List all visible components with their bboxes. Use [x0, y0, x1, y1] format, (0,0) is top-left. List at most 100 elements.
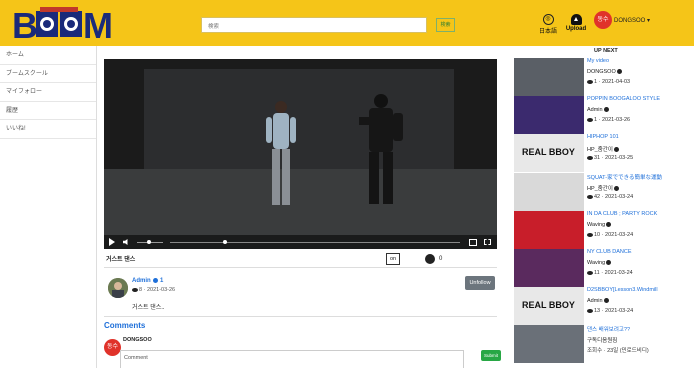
uploader-name[interactable]: Admin 1 — [132, 278, 163, 284]
sidebar-item-boom-school[interactable]: ブームスクール — [0, 65, 96, 83]
video-thumbnail[interactable] — [514, 58, 584, 96]
boom-logo[interactable]: B M — [10, 5, 122, 43]
card-meta: 10 · 2021-03-24 — [587, 232, 633, 238]
unfollow-button[interactable]: Unfollow — [465, 276, 495, 290]
search-button[interactable]: 検索 — [436, 18, 455, 32]
view-count: 8 — [139, 287, 143, 293]
uploader-avatar[interactable] — [108, 278, 128, 298]
eye-icon — [587, 308, 593, 313]
up-next-card[interactable]: My video DONGSOO 1 · 2021-04-03 — [514, 58, 686, 100]
eye-icon — [587, 79, 593, 84]
video-thumbnail[interactable]: REAL BBOY — [514, 287, 584, 325]
like-icon[interactable] — [425, 254, 435, 264]
card-meta: 11 · 2021-03-24 — [587, 270, 633, 276]
video-thumbnail[interactable] — [514, 325, 584, 363]
chevron-down-icon: ▾ — [647, 18, 651, 24]
verified-icon — [603, 298, 609, 304]
upload-date: 2021-03-26 — [146, 287, 176, 293]
sidebar-item-home[interactable]: ホーム — [0, 46, 96, 65]
toggle-on-button[interactable]: on — [386, 253, 400, 265]
up-next-card[interactable]: POPPIN BOOGALOO STYLE Admin 1 · 2021-03-… — [514, 96, 686, 138]
follower-count: 1 — [160, 278, 164, 285]
verified-icon — [613, 147, 619, 153]
comment-input[interactable]: Comment — [120, 350, 464, 368]
svg-text:B: B — [12, 5, 38, 43]
comments-heading: Comments — [104, 321, 146, 330]
card-title[interactable]: IN DA CLUB ; PARTY ROCK — [587, 211, 657, 217]
upload-button[interactable]: Upload — [564, 14, 588, 32]
uploader-name-text: Admin — [132, 278, 151, 285]
up-next-card[interactable]: REAL BBOY D2SBBOY[Lesson3.Windmill Admin… — [514, 287, 686, 329]
globe-icon: ◎ — [542, 14, 554, 25]
card-title[interactable]: SQUAT-家でできる簡単な運動 — [587, 173, 662, 181]
up-next-card[interactable]: IN DA CLUB ; PARTY ROCK Waving 10 · 2021… — [514, 211, 686, 253]
avatar[interactable]: 동수 — [594, 11, 612, 29]
card-title[interactable]: POPPIN BOOGALOO STYLE — [587, 96, 660, 102]
top-header: B M 検索 検索 ◎ 日本語 Upload 동수 DONGSOO ▾ — [0, 0, 694, 46]
upload-icon — [570, 14, 582, 25]
card-meta: 42 · 2021-03-24 — [587, 194, 633, 200]
language-label: 日本語 — [538, 29, 557, 35]
avatar: 동수 — [104, 339, 121, 356]
language-switcher[interactable]: ◎ 日本語 — [537, 14, 559, 35]
verified-icon — [153, 278, 159, 283]
card-title[interactable]: D2SBBOY[Lesson3.Windmill — [587, 287, 658, 293]
up-next-heading: UP NEXT — [594, 48, 618, 54]
card-title[interactable]: HIPHOP 101 — [587, 134, 619, 140]
dancer-figure — [266, 101, 296, 205]
username: DONGSOO — [614, 18, 646, 24]
search-input[interactable]: 検索 — [201, 17, 427, 33]
play-icon[interactable] — [109, 238, 115, 246]
card-author: 구독디음원짐 — [587, 338, 618, 344]
verified-icon — [603, 107, 609, 113]
submit-button[interactable]: Submit — [481, 350, 501, 361]
up-next-card[interactable]: 댄스 배워보려고?? 구독디음원짐 조회수 · 23일 (민로드비디) — [514, 325, 686, 367]
sidebar-item-my-follow[interactable]: マイフォロー — [0, 83, 96, 102]
video-thumbnail[interactable] — [514, 211, 584, 249]
verified-icon — [606, 260, 612, 266]
upload-label: Upload — [565, 26, 587, 32]
sidebar-item-history[interactable]: 履歴 — [0, 102, 96, 120]
eye-icon — [132, 287, 138, 292]
card-author: Admin — [587, 107, 609, 113]
up-next-card[interactable]: NY CLUB DANCE Waving 11 · 2021-03-24 — [514, 249, 686, 291]
card-title[interactable]: My video — [587, 58, 609, 64]
sidebar-item-likes[interactable]: いいね! — [0, 120, 96, 139]
card-author: Waving — [587, 222, 612, 228]
eye-icon — [587, 155, 593, 160]
card-title[interactable]: 댄스 배워보려고?? — [587, 325, 630, 333]
verified-icon — [613, 186, 619, 192]
captions-icon[interactable] — [469, 238, 477, 246]
seek-bar[interactable] — [170, 241, 460, 243]
eye-icon — [587, 194, 593, 199]
video-thumbnail[interactable] — [514, 173, 584, 211]
card-author: Admin — [587, 298, 609, 304]
video-thumbnail[interactable] — [514, 249, 584, 287]
up-next-card[interactable]: SQUAT-家でできる簡単な運動 HP_줌간이 42 · 2021-03-24 — [514, 173, 686, 215]
card-meta: 13 · 2021-03-24 — [587, 308, 633, 314]
card-author: Waving — [587, 260, 612, 266]
svg-text:M: M — [83, 5, 113, 43]
video-thumbnail[interactable] — [514, 96, 584, 134]
divider — [104, 267, 497, 268]
seek-knob[interactable] — [223, 240, 228, 244]
like-count: 0 — [439, 256, 443, 262]
video-title: 거스트 댄스 — [106, 257, 136, 263]
sidebar: ホーム ブームスクール マイフォロー 履歴 いいね! — [0, 46, 97, 368]
video-player[interactable] — [104, 59, 497, 249]
user-menu[interactable]: DONGSOO ▾ — [614, 17, 650, 24]
card-meta: 31 · 2021-03-25 — [587, 155, 633, 161]
verified-icon — [606, 222, 612, 228]
card-meta: 조회수 · 23일 (민로드비디) — [587, 348, 649, 354]
divider — [104, 316, 497, 317]
up-next-card[interactable]: REAL BBOY HIPHOP 101 HP_줌간이 31 · 2021-03… — [514, 134, 686, 176]
card-author: HP_줌간이 — [587, 184, 619, 192]
volume-icon[interactable] — [123, 239, 128, 245]
fullscreen-icon[interactable] — [484, 239, 491, 245]
card-title[interactable]: NY CLUB DANCE — [587, 249, 632, 255]
volume-knob[interactable] — [146, 240, 151, 244]
video-thumbnail[interactable]: REAL BBOY — [514, 134, 584, 172]
dancer-figure — [359, 94, 403, 204]
comment-username: DONGSOO — [123, 337, 152, 343]
eye-icon — [587, 117, 593, 122]
